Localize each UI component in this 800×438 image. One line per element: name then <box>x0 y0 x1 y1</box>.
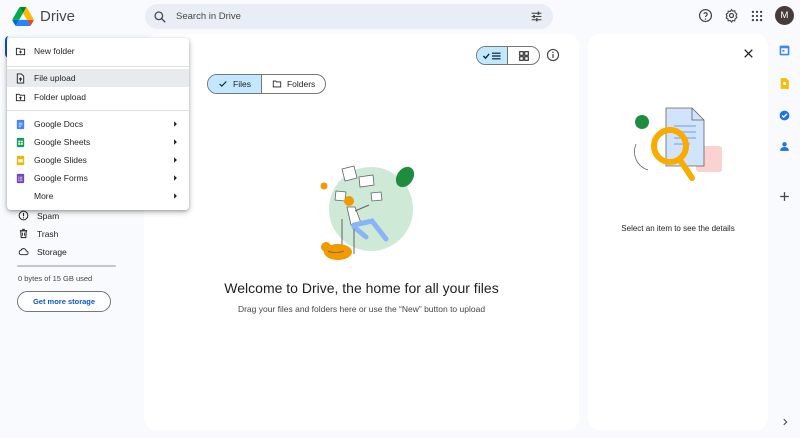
check-icon <box>219 81 227 87</box>
sidebar-item-label: Storage <box>37 246 67 257</box>
menu-item-label: Google Slides <box>34 155 87 165</box>
settings-gear-icon[interactable] <box>723 8 739 24</box>
account-avatar[interactable]: M <box>775 6 794 25</box>
folder-icon <box>272 80 282 88</box>
top-actions: M <box>697 6 794 25</box>
sheets-icon <box>16 137 25 148</box>
menu-item-label: Folder upload <box>34 92 86 102</box>
menu-item-google-forms[interactable]: Google Forms <box>7 169 189 187</box>
info-icon[interactable] <box>546 48 560 62</box>
menu-item-label: Google Docs <box>34 119 84 129</box>
search-input[interactable] <box>176 11 506 22</box>
menu-item-label: New folder <box>34 46 75 56</box>
check-list-icon <box>482 52 501 59</box>
menu-item-label: Google Forms <box>34 173 88 183</box>
grid-view-button[interactable] <box>508 47 539 64</box>
slides-icon <box>16 155 25 166</box>
menu-item-label: File upload <box>34 73 76 83</box>
submenu-arrow-icon <box>174 175 177 181</box>
get-more-storage-button[interactable]: Get more storage <box>17 291 111 312</box>
forms-icon <box>16 173 25 184</box>
cloud-icon <box>18 246 29 257</box>
apps-grid-icon[interactable] <box>749 8 765 24</box>
main-panel: e ed Files Folders <box>144 34 579 430</box>
details-illustration <box>634 107 722 181</box>
add-addon-icon[interactable] <box>778 190 791 203</box>
app-name: Drive <box>40 8 76 25</box>
contacts-icon[interactable] <box>778 140 791 153</box>
details-empty-text: Select an item to see the details <box>621 224 735 233</box>
menu-item-more[interactable]: More <box>7 187 189 205</box>
new-menu: New folder File upload Folder upload Goo… <box>7 38 189 210</box>
submenu-arrow-icon <box>174 121 177 127</box>
spam-icon <box>18 210 29 221</box>
view-toggle[interactable] <box>476 46 540 65</box>
submenu-arrow-icon <box>174 157 177 163</box>
file-upload-icon <box>16 73 25 84</box>
help-icon[interactable] <box>697 8 713 24</box>
menu-item-file-upload[interactable]: File upload <box>7 69 189 87</box>
file-type-chips: Files Folders <box>207 74 327 94</box>
submenu-arrow-icon <box>174 193 177 199</box>
storage-usage-bar <box>17 265 116 267</box>
menu-item-label: Google Sheets <box>34 137 91 147</box>
chip-files[interactable]: Files <box>208 75 262 93</box>
trash-icon <box>18 228 29 239</box>
grid-icon <box>518 50 529 61</box>
menu-divider <box>7 110 189 111</box>
menu-item-google-sheets[interactable]: Google Sheets <box>7 133 189 151</box>
drive-logo[interactable]: Drive <box>12 7 75 26</box>
sidebar-item-label: Trash <box>37 228 59 239</box>
welcome-subtitle: Drag your files and folders here or use … <box>237 304 486 314</box>
sidebar-item-storage[interactable]: Storage <box>18 244 67 259</box>
menu-item-google-docs[interactable]: Google Docs <box>7 115 189 133</box>
menu-item-label: More <box>34 191 54 201</box>
chip-folders[interactable]: Folders <box>262 75 325 93</box>
menu-item-new-folder[interactable]: New folder <box>7 42 189 60</box>
tasks-icon[interactable] <box>778 109 791 122</box>
keep-icon[interactable] <box>778 77 791 90</box>
menu-item-google-slides[interactable]: Google Slides <box>7 151 189 169</box>
top-bar: Drive M <box>0 0 800 34</box>
sidebar-item-spam[interactable]: Spam <box>18 208 59 223</box>
search-icon[interactable] <box>153 10 167 24</box>
calendar-icon[interactable] <box>778 44 791 57</box>
chevron-right-icon[interactable] <box>780 417 790 427</box>
filter-options-icon[interactable] <box>530 10 543 23</box>
new-folder-icon <box>15 47 26 56</box>
welcome-illustration <box>320 165 415 260</box>
sidebar-item-trash[interactable]: Trash <box>18 226 58 241</box>
folder-upload-icon <box>15 93 26 102</box>
sidebar-item-label: Spam <box>37 210 60 221</box>
list-view-button[interactable] <box>477 47 508 64</box>
menu-item-folder-upload[interactable]: Folder upload <box>7 88 189 106</box>
chip-label: Files <box>233 79 251 89</box>
chip-label: Folders <box>286 79 316 89</box>
docs-icon <box>16 119 25 130</box>
details-panel: Select an item to see the details <box>588 34 768 430</box>
welcome-title: Welcome to Drive, the home for all your … <box>224 280 499 296</box>
drive-logo-icon <box>12 7 34 26</box>
submenu-arrow-icon <box>174 139 177 145</box>
close-icon[interactable] <box>742 47 755 60</box>
search-bar[interactable] <box>145 4 553 29</box>
storage-usage-text: 0 bytes of 15 GB used <box>18 274 93 283</box>
menu-divider <box>7 66 189 67</box>
